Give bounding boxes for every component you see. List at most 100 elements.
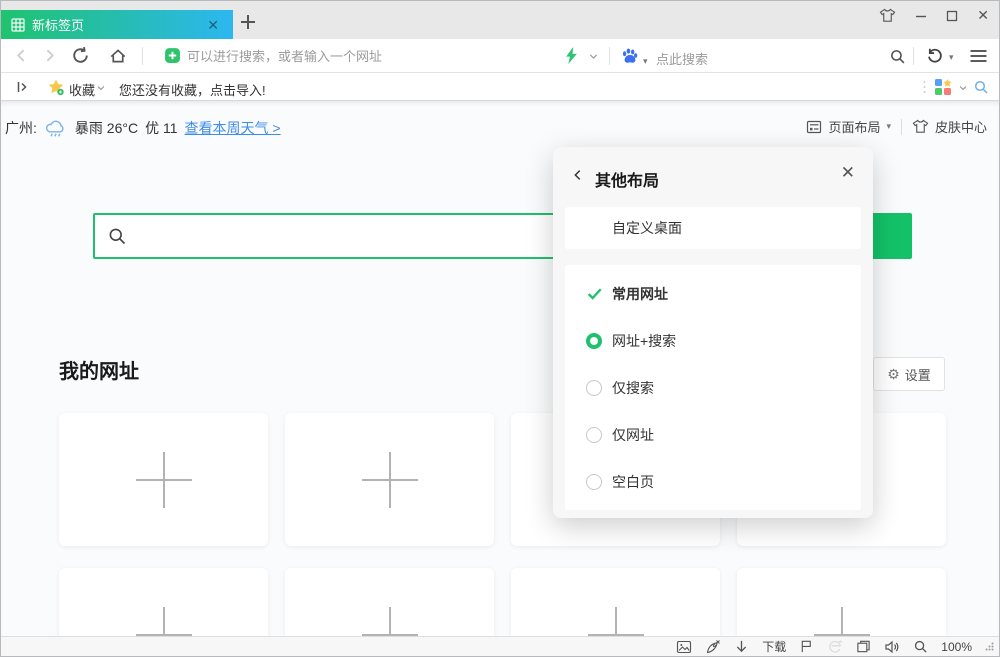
option-blank-page[interactable]: 空白页 [565, 458, 861, 505]
weather-aqi: 优 11 [145, 118, 177, 138]
add-site-card[interactable] [511, 568, 720, 638]
screenshot-image-icon[interactable] [676, 639, 692, 655]
navigation-toolbar: ▾ 点此搜索 ▾ [1, 39, 999, 73]
home-icon[interactable] [109, 47, 127, 65]
add-site-card[interactable] [737, 568, 946, 638]
search-engine-hint[interactable]: 点此搜索 [656, 49, 708, 68]
download-label[interactable]: 下载 [762, 638, 786, 655]
skin-center-button[interactable]: 皮肤中心 [912, 117, 987, 136]
reading-mode-icon[interactable] [856, 639, 871, 654]
plus-icon [362, 452, 418, 508]
add-site-card[interactable] [59, 413, 268, 546]
boost-rocket-off-icon[interactable] [705, 639, 721, 655]
weather-week-link[interactable]: 查看本周天气 > [185, 118, 281, 138]
settings-button[interactable]: ⚙ 设置 [873, 357, 945, 391]
caret-down-icon[interactable]: ▾ [949, 52, 954, 63]
plus-icon [814, 607, 870, 639]
sidebar-expand-icon[interactable] [15, 79, 31, 95]
chevron-down-icon[interactable] [96, 83, 106, 93]
bookmarks-bar: 收藏 您还没有收藏，点击导入! [1, 73, 999, 101]
divider [913, 47, 914, 65]
page-layout-label: 页面布局 [828, 117, 880, 136]
layout-icon [806, 119, 822, 135]
gear-icon: ⚙ [887, 367, 900, 381]
back-chevron-icon[interactable] [571, 168, 585, 182]
option-label: 空白页 [612, 472, 654, 492]
undo-restore-icon[interactable] [926, 47, 944, 65]
plus-icon [136, 607, 192, 639]
option-label: 仅网址 [612, 425, 654, 445]
baidu-paw-icon[interactable] [621, 47, 639, 65]
browser-window: 新标签页 ✕ ✕ [0, 0, 1000, 657]
plus-icon [241, 15, 255, 29]
menu-hamburger-icon[interactable] [969, 49, 988, 63]
option-label: 仅搜索 [612, 378, 654, 398]
divider [609, 47, 610, 65]
option-common-sites[interactable]: 常用网址 [565, 270, 861, 317]
divider [142, 47, 143, 65]
add-site-card[interactable] [285, 413, 494, 546]
favorites-label[interactable]: 收藏 [69, 80, 95, 99]
back-icon[interactable] [13, 47, 30, 64]
rain-cloud-icon [44, 118, 68, 138]
apps-grid-icon[interactable] [934, 78, 952, 96]
zoom-level[interactable]: 100% [941, 640, 972, 654]
lightning-boost-icon[interactable] [565, 47, 578, 64]
popup-title: 其他布局 [595, 167, 659, 191]
search-icon[interactable] [889, 48, 906, 65]
drag-grip-icon [923, 80, 926, 94]
weather-widget: 广州: 暴雨 26°C 优 11 查看本周天气 > [5, 118, 281, 138]
flag-report-icon[interactable] [799, 639, 814, 654]
page-layout-button[interactable]: 页面布局 ▾ [806, 117, 891, 136]
ie-compat-icon[interactable] [827, 639, 843, 655]
divider [901, 119, 902, 135]
radio-icon [586, 474, 602, 490]
grid-icon [11, 18, 25, 32]
resize-grip-icon[interactable] [985, 642, 994, 651]
speaker-icon[interactable] [884, 639, 900, 655]
tab-title: 新标签页 [32, 15, 203, 34]
weather-condition-temp: 暴雨 26°C [75, 118, 138, 138]
bookmarks-empty-hint[interactable]: 您还没有收藏，点击导入! [119, 80, 266, 99]
download-arrow-icon[interactable] [734, 639, 749, 654]
title-bar: 新标签页 ✕ ✕ [1, 1, 999, 39]
check-icon [585, 285, 603, 303]
option-label: 网址+搜索 [612, 331, 676, 351]
caret-down-icon[interactable]: ▾ [643, 56, 648, 67]
weather-city: 广州: [5, 118, 37, 138]
address-input[interactable] [187, 44, 547, 68]
skin-tshirt-icon[interactable] [879, 8, 896, 23]
chevron-down-icon[interactable] [958, 83, 968, 93]
option-sites-plus-search[interactable]: 网址+搜索 [565, 317, 861, 364]
window-close-icon[interactable]: ✕ [977, 7, 989, 24]
plus-icon [136, 452, 192, 508]
tshirt-icon [912, 119, 929, 134]
add-site-card[interactable] [285, 568, 494, 638]
tab-close-icon[interactable]: ✕ [203, 16, 223, 34]
search-magnifier-icon [107, 226, 127, 246]
add-site-card[interactable] [59, 568, 268, 638]
tab-new-page[interactable]: 新标签页 ✕ [1, 10, 233, 39]
caret-down-icon: ▾ [886, 121, 891, 132]
option-sites-only[interactable]: 仅网址 [565, 411, 861, 458]
page-zoom-search-icon[interactable] [913, 639, 928, 654]
maximize-icon[interactable] [946, 10, 958, 22]
layout-options-popup: 其他布局 ✕ 自定义桌面 常用网址 网址+搜索 仅搜索 仅网址 [553, 147, 873, 518]
popup-close-icon[interactable]: ✕ [837, 161, 859, 185]
favorites-star-icon[interactable] [47, 78, 65, 96]
option-search-only[interactable]: 仅搜索 [565, 364, 861, 411]
refresh-icon[interactable] [71, 46, 90, 65]
safety-shield-icon[interactable] [164, 47, 181, 64]
radio-selected-icon [586, 333, 602, 349]
forward-icon[interactable] [41, 47, 58, 64]
custom-desktop-item[interactable]: 自定义桌面 [565, 207, 861, 249]
zoom-search-icon[interactable] [973, 79, 989, 95]
radio-icon [586, 380, 602, 396]
chevron-down-icon[interactable] [588, 51, 599, 62]
option-label: 常用网址 [612, 284, 668, 304]
new-tab-button[interactable] [241, 15, 259, 33]
skin-center-label: 皮肤中心 [935, 117, 987, 136]
my-sites-title: 我的网址 [59, 355, 139, 384]
plus-icon [362, 607, 418, 639]
minimize-icon[interactable] [915, 10, 927, 22]
